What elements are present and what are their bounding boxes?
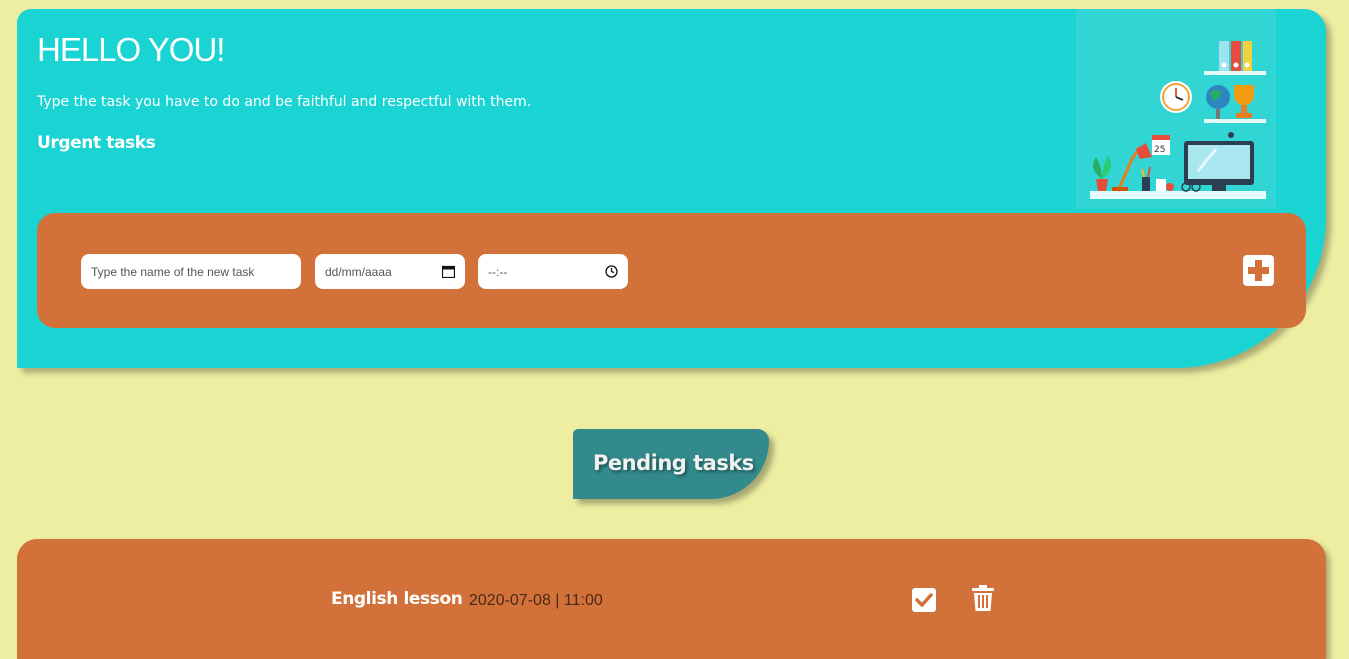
pending-task-list: English lesson 2020-07-08 | 11:00 <box>17 539 1326 659</box>
new-task-form: dd/mm/aaaa --:-- <box>37 213 1306 328</box>
shelf-top <box>1204 71 1266 75</box>
plant-pot-icon <box>1096 179 1108 191</box>
add-task-button[interactable] <box>1243 255 1274 286</box>
desk-surface <box>1090 191 1266 199</box>
clock-icon[interactable] <box>605 265 618 278</box>
trophy-icon <box>1234 85 1254 105</box>
shelf-middle <box>1204 119 1266 123</box>
page-subtitle: Type the task you have to do and be fait… <box>37 94 532 110</box>
mug-icon <box>1156 179 1166 191</box>
task-datetime: 2020-07-08 | 11:00 <box>469 592 603 609</box>
pending-tasks-tab: Pending tasks <box>573 429 769 499</box>
page-title: HELLO YOU! <box>37 31 225 68</box>
calendar-day-label: 25 <box>1154 145 1165 155</box>
complete-task-button[interactable] <box>912 588 936 612</box>
pencil-cup-icon <box>1142 177 1150 191</box>
task-time-field[interactable]: --:-- <box>478 254 628 289</box>
calendar-icon[interactable] <box>442 265 455 278</box>
delete-task-button[interactable] <box>971 585 995 612</box>
desk-illustration-graphic: 25 <box>1090 41 1266 199</box>
desk-illustration: 25 <box>1076 9 1276 209</box>
task-name-input[interactable] <box>91 264 291 279</box>
time-placeholder: --:-- <box>488 264 508 279</box>
urgent-tasks-heading: Urgent tasks <box>37 133 156 153</box>
date-placeholder: dd/mm/aaaa <box>325 264 392 279</box>
task-name-field[interactable] <box>81 254 301 289</box>
hero-header: HELLO YOU! Type the task you have to do … <box>17 9 1326 368</box>
check-icon <box>915 593 933 607</box>
pending-tasks-heading: Pending tasks <box>593 451 754 475</box>
lamp-icon <box>1116 158 1134 192</box>
task-name: English lesson <box>331 589 463 609</box>
task-date-field[interactable]: dd/mm/aaaa <box>315 254 465 289</box>
trash-icon <box>972 585 994 611</box>
